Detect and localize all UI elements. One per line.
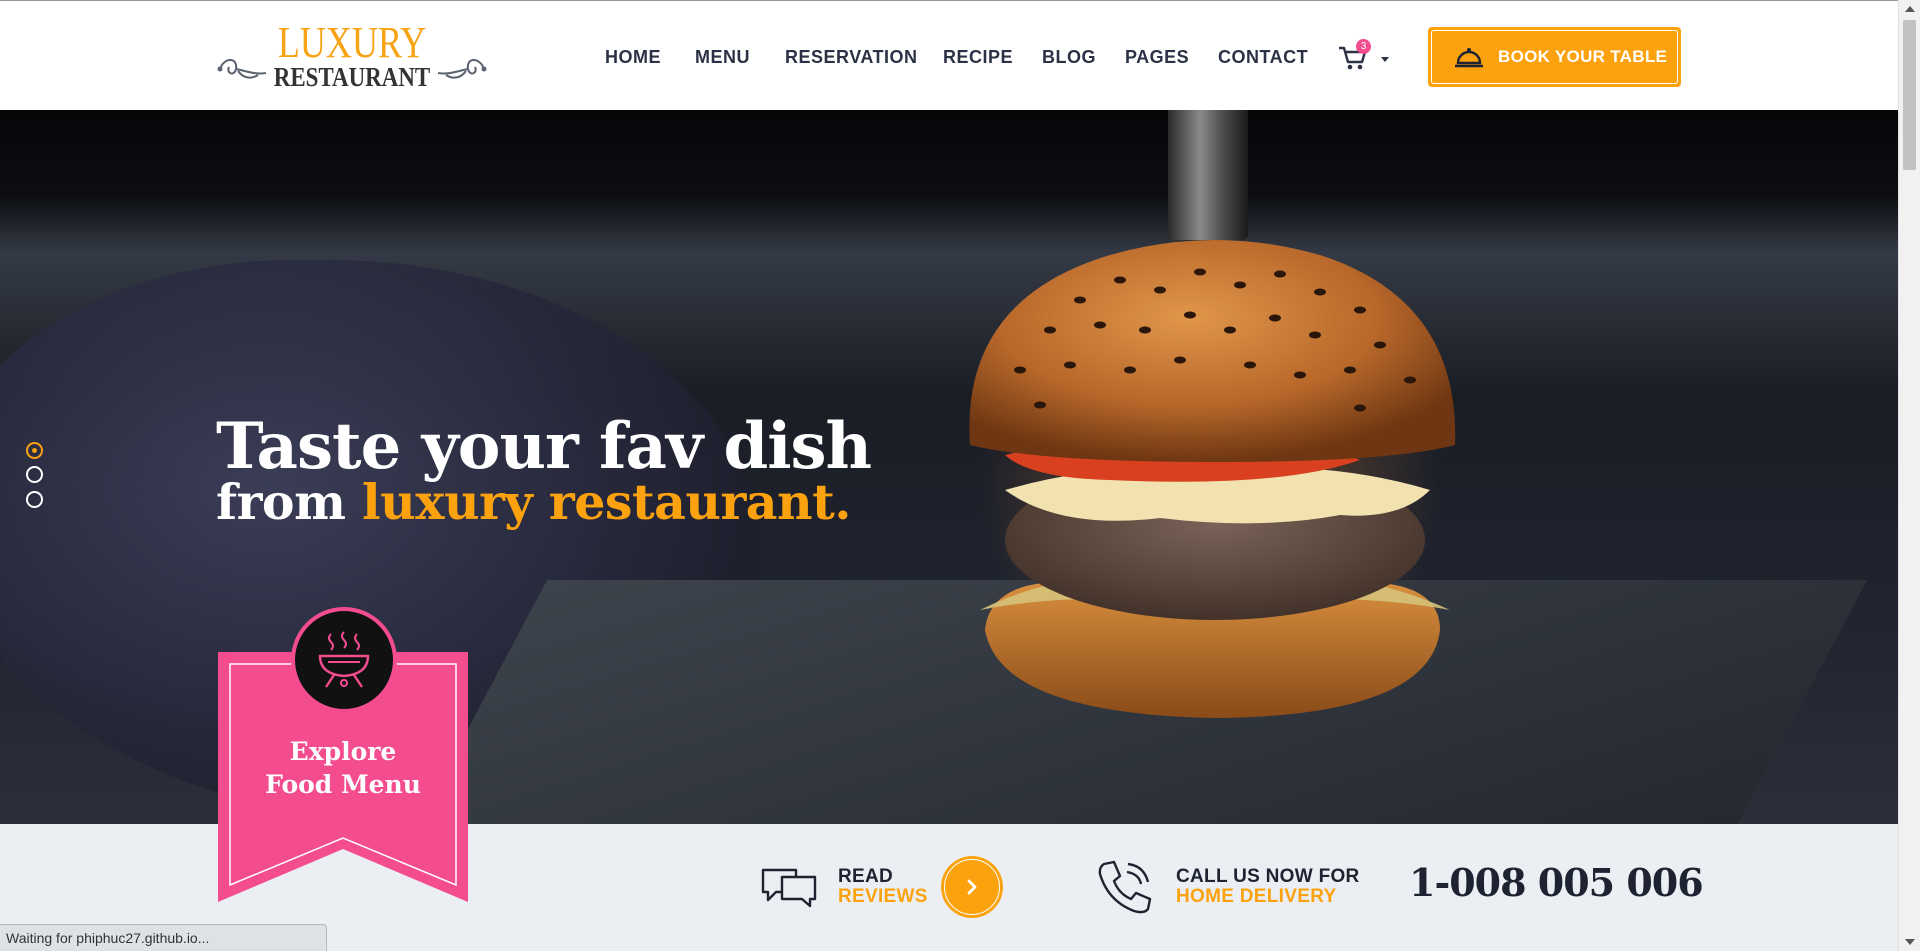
hero-subheading-highlight: luxury restaurant. [361,473,851,531]
hero-knife-image [1168,110,1248,240]
hero-subheading-prefix: from [216,473,362,531]
logo-subtitle: RESTAURANT [273,62,431,92]
read-reviews-line1: READ [838,866,894,887]
phone-icon [1098,860,1152,914]
grill-icon [318,631,370,688]
home-delivery-line2: HOME DELIVERY [1176,886,1337,907]
scroll-down-arrow-icon[interactable] [1905,939,1915,945]
chevron-right-icon [967,879,977,895]
browser-status-bar: Waiting for phiphuc27.github.io... [0,924,327,951]
nav-blog[interactable]: BLOG [1042,45,1096,69]
read-reviews-label[interactable]: READ REVIEWS [838,867,928,907]
phone-number[interactable]: 1-008 005 006 [1409,860,1704,905]
slider-dot-2[interactable] [26,466,43,483]
vertical-scrollbar[interactable] [1898,0,1920,951]
slider-dot-3[interactable] [26,491,43,508]
cart-button[interactable]: 3 [1338,39,1389,73]
book-table-button[interactable]: BOOK YOUR TABLE [1428,27,1681,87]
explore-menu-ribbon[interactable]: Explore Food Menu [218,607,468,902]
nav-pages[interactable]: PAGES [1125,45,1189,69]
scroll-up-arrow-icon[interactable] [1905,6,1915,12]
hero-subheading: from luxury restaurant. [216,472,851,532]
scrollbar-thumb[interactable] [1903,20,1916,170]
cart-count-badge: 3 [1356,39,1371,54]
slider-dot-1[interactable] [26,442,43,459]
nav-recipe[interactable]: RECIPE [943,45,1013,69]
chat-bubbles-icon [761,868,817,908]
ribbon-icon-badge [291,607,397,713]
logo-title: LUXURY [277,18,427,67]
nav-home[interactable]: HOME [605,45,661,69]
home-delivery-label: CALL US NOW FOR HOME DELIVERY [1176,867,1360,907]
burger-image [969,240,1456,718]
ribbon-line2: Food Menu [265,770,421,799]
site-header: LUXURY RESTAURANT HOME MENU RESERVATION … [0,0,1898,110]
home-delivery-line1: CALL US NOW FOR [1176,866,1360,887]
read-reviews-line2: REVIEWS [838,886,928,907]
flourish-right-icon [438,59,487,79]
book-table-label: BOOK YOUR TABLE [1498,47,1668,66]
chevron-down-icon [1381,57,1389,62]
nav-menu[interactable]: MENU [695,45,750,69]
ribbon-text: Explore Food Menu [218,735,468,801]
nav-reservation[interactable]: RESERVATION [785,45,918,69]
read-reviews-button[interactable] [941,856,1003,918]
serving-dish-icon [1455,48,1483,68]
nav-contact[interactable]: CONTACT [1218,45,1308,69]
logo[interactable]: LUXURY RESTAURANT [216,21,488,91]
ribbon-line1: Explore [289,737,397,766]
